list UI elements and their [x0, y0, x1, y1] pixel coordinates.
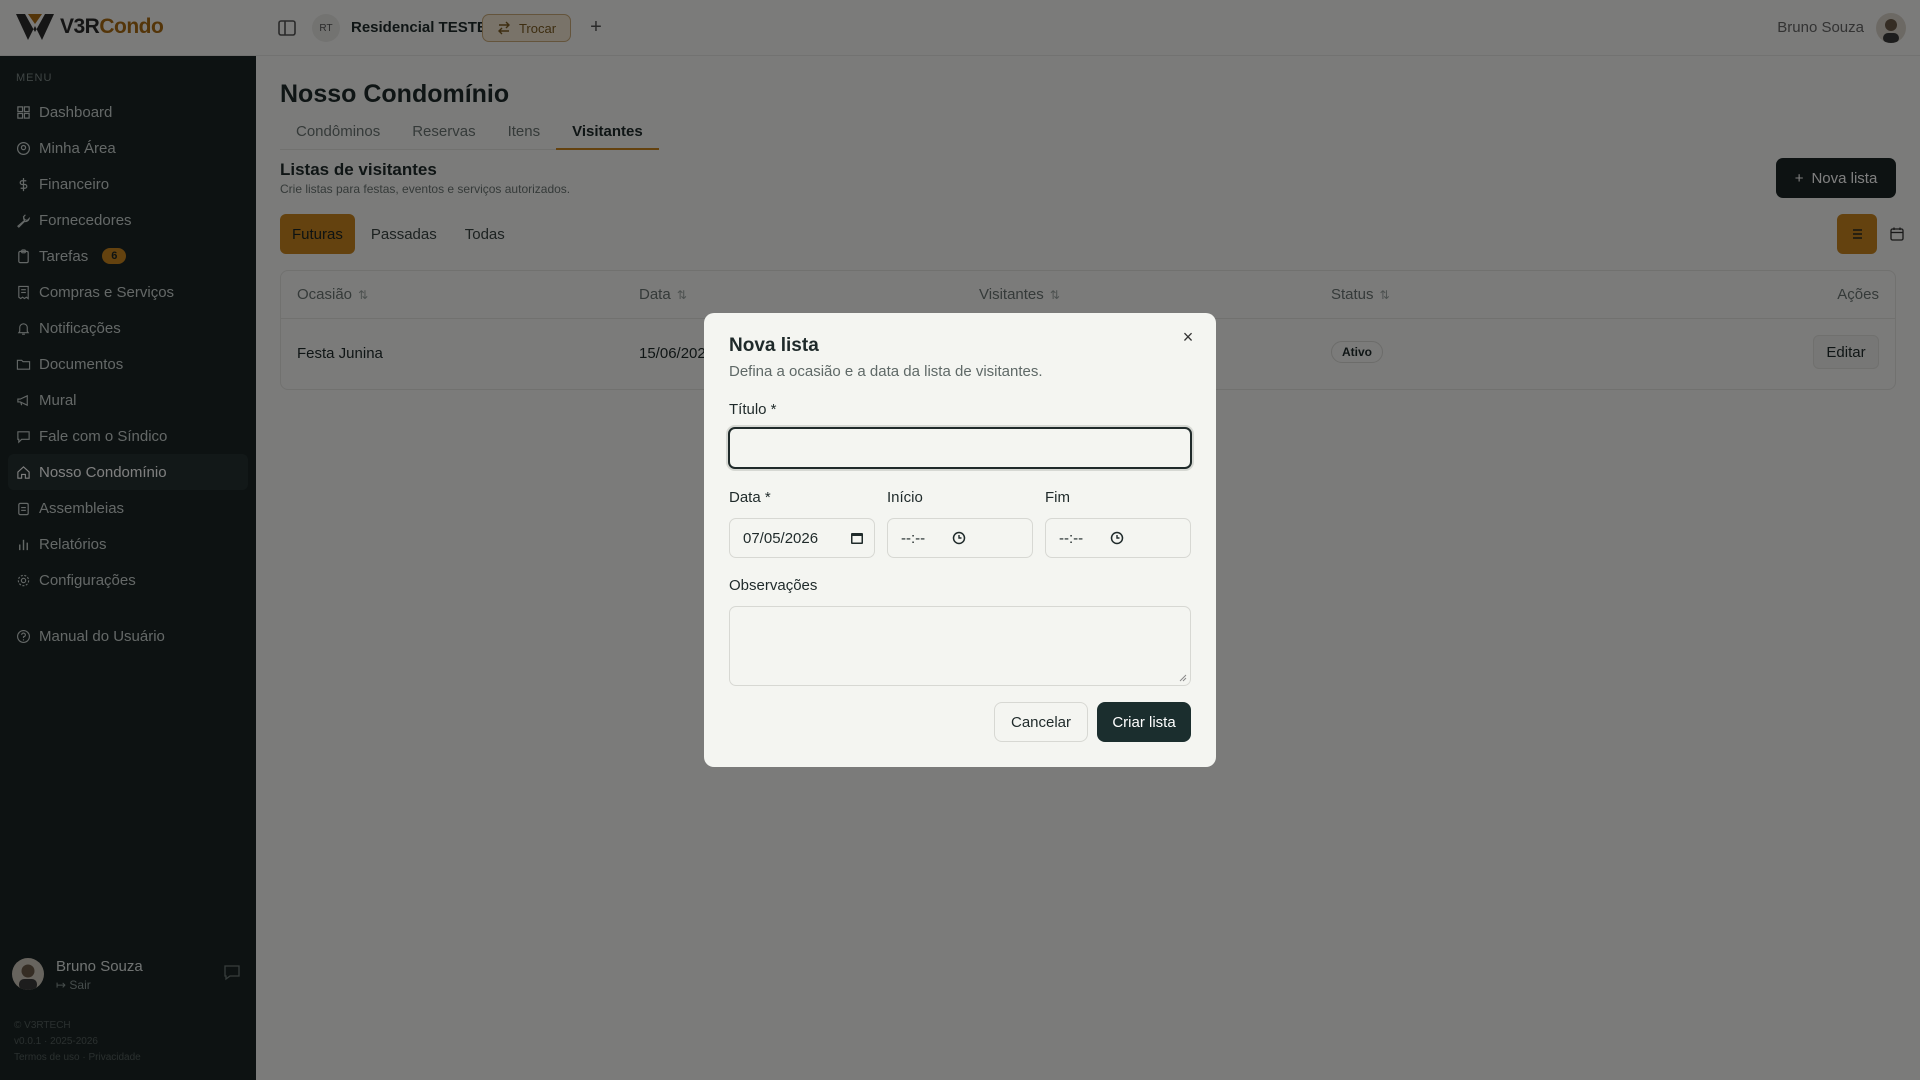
end-time-label: Fim — [1045, 489, 1070, 506]
dialog-title: Nova lista — [729, 335, 819, 356]
date-input[interactable]: 07/05/2026 — [729, 518, 875, 558]
create-list-button[interactable]: Criar lista — [1097, 702, 1191, 742]
close-icon[interactable]: × — [1178, 327, 1198, 347]
start-time-value: --:-- — [901, 530, 926, 547]
end-time-value: --:-- — [1059, 530, 1084, 547]
date-input-value: 07/05/2026 — [743, 530, 819, 547]
cancel-button[interactable]: Cancelar — [994, 702, 1088, 742]
date-field-label: Data * — [729, 489, 771, 506]
resize-handle-icon[interactable] — [1179, 674, 1187, 682]
title-input[interactable] — [728, 427, 1192, 469]
new-list-dialog: × Nova lista Defina a ocasião e a data d… — [704, 313, 1216, 767]
title-field-label: Título * — [729, 401, 777, 418]
clock-icon[interactable] — [952, 531, 966, 545]
calendar-icon[interactable] — [850, 531, 864, 545]
end-time-input[interactable]: --:-- — [1045, 518, 1191, 558]
start-time-input[interactable]: --:-- — [887, 518, 1033, 558]
notes-field-label: Observações — [729, 577, 818, 594]
clock-icon[interactable] — [1110, 531, 1124, 545]
notes-textarea[interactable] — [729, 606, 1191, 686]
dialog-description: Defina a ocasião e a data da lista de vi… — [729, 363, 1043, 380]
start-time-label: Início — [887, 489, 923, 506]
